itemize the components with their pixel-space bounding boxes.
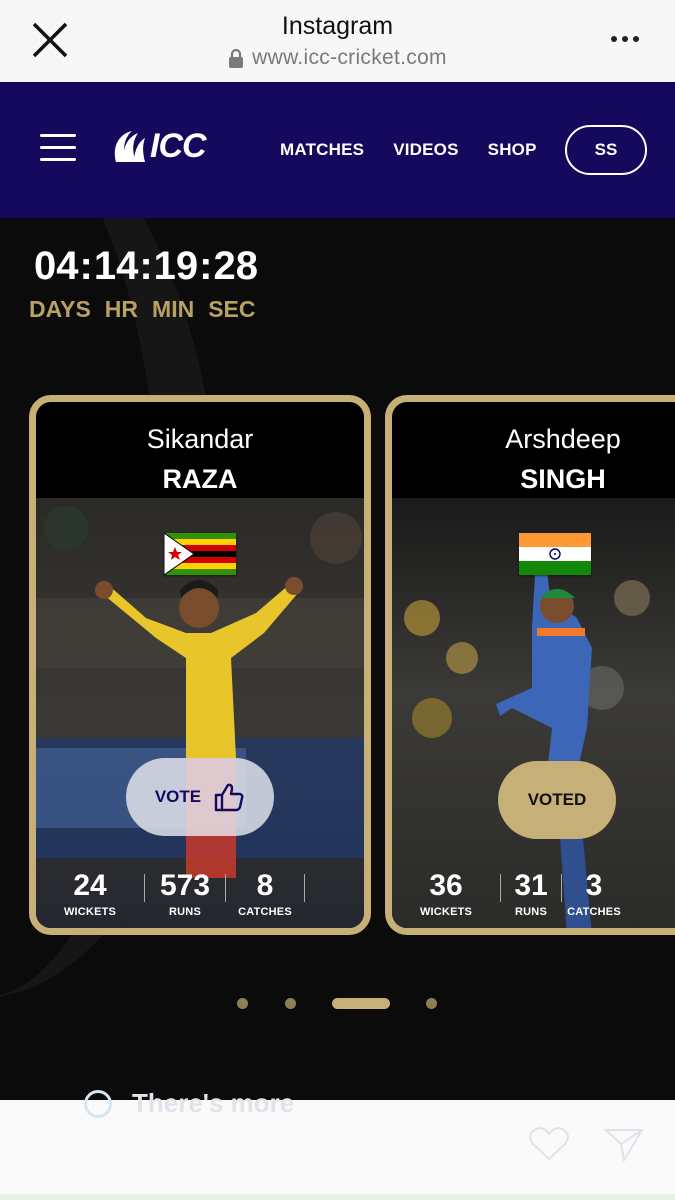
vote-button[interactable]: VOTE bbox=[126, 758, 274, 836]
player-card-singh[interactable]: Arshdeep SINGH VOTED 36 WICKETS 31 RUNS … bbox=[385, 395, 675, 935]
player-first-name: Arshdeep bbox=[505, 424, 621, 454]
player-last-name: RAZA bbox=[162, 464, 238, 494]
site-header: ICC MATCHES VIDEOS SHOP SS bbox=[0, 82, 675, 218]
player-last-name: SINGH bbox=[520, 464, 606, 494]
label-hr: HR bbox=[104, 296, 139, 322]
stat-catches: 3 CATCHES bbox=[567, 869, 621, 919]
nav-videos[interactable]: VIDEOS bbox=[393, 140, 458, 160]
india-flag bbox=[519, 533, 591, 575]
countdown-labels: DAYS HR MIN SEC bbox=[29, 296, 256, 323]
main-content: 04 : 14 : 19 : 28 DAYS HR MIN SEC Sikand… bbox=[0, 218, 675, 1100]
lock-icon bbox=[229, 48, 244, 68]
voted-label: VOTED bbox=[527, 790, 587, 809]
pagination-dot[interactable] bbox=[237, 998, 248, 1009]
countdown-minutes: 19 bbox=[153, 244, 199, 288]
label-sec: SEC bbox=[208, 296, 256, 322]
player-card-raza[interactable]: Sikandar RAZA VOTE 24 WICKETS 573 RUNS 8… bbox=[29, 395, 371, 935]
bottom-area: There's more bbox=[0, 1088, 675, 1200]
carousel-pagination bbox=[0, 998, 675, 1010]
cricket-ball-logo-icon bbox=[114, 130, 145, 162]
more-dots-icon[interactable] bbox=[611, 36, 639, 42]
countdown-timer: 04 : 14 : 19 : 28 bbox=[34, 244, 258, 288]
pagination-dot-active[interactable] bbox=[332, 998, 390, 1009]
faded-text: There's more bbox=[132, 1088, 295, 1118]
countdown-days: 04 bbox=[34, 244, 79, 288]
nav-shop[interactable]: SHOP bbox=[488, 140, 537, 160]
menu-icon[interactable] bbox=[40, 134, 76, 164]
thumbs-up-icon bbox=[214, 783, 244, 812]
stat-runs: 31 RUNS bbox=[514, 869, 548, 919]
label-min: MIN bbox=[152, 296, 195, 322]
player-first-name: Sikandar bbox=[146, 424, 254, 454]
stat-catches: 8 CATCHES bbox=[238, 869, 292, 919]
pagination-dot[interactable] bbox=[285, 998, 296, 1009]
stat-wickets: 24 WICKETS bbox=[63, 869, 117, 919]
user-avatar-button[interactable]: SS bbox=[565, 125, 647, 175]
stat-wickets: 36 WICKETS bbox=[419, 869, 473, 919]
player-stats: 36 WICKETS 31 RUNS 3 CATCHES bbox=[392, 869, 626, 919]
in-app-browser-bar: Instagram www.icc-cricket.com bbox=[0, 0, 675, 82]
main-nav: MATCHES VIDEOS SHOP bbox=[280, 140, 537, 160]
label-days: DAYS bbox=[29, 296, 91, 322]
voted-button[interactable]: VOTED bbox=[498, 761, 616, 839]
bottom-strip bbox=[0, 1194, 675, 1200]
stat-divider bbox=[304, 874, 305, 902]
heart-icon[interactable] bbox=[528, 1126, 570, 1162]
url-row[interactable]: www.icc-cricket.com bbox=[0, 46, 675, 70]
countdown-hours: 14 bbox=[93, 244, 139, 288]
pagination-dot[interactable] bbox=[426, 998, 437, 1009]
stat-runs: 573 RUNS bbox=[159, 869, 211, 919]
browser-title: Instagram bbox=[281, 12, 394, 40]
send-icon[interactable] bbox=[604, 1126, 644, 1162]
faded-circle-icon bbox=[84, 1090, 112, 1118]
nav-matches[interactable]: MATCHES bbox=[280, 140, 364, 160]
player-stats: 24 WICKETS 573 RUNS 8 CATCHES bbox=[36, 870, 305, 918]
url-text: www.icc-cricket.com bbox=[252, 46, 447, 69]
logo-text: ICC bbox=[150, 127, 207, 165]
zimbabwe-flag bbox=[164, 533, 236, 575]
vote-label: VOTE bbox=[154, 787, 202, 806]
icc-logo[interactable]: ICC bbox=[110, 127, 207, 166]
countdown-seconds: 28 bbox=[213, 244, 258, 288]
